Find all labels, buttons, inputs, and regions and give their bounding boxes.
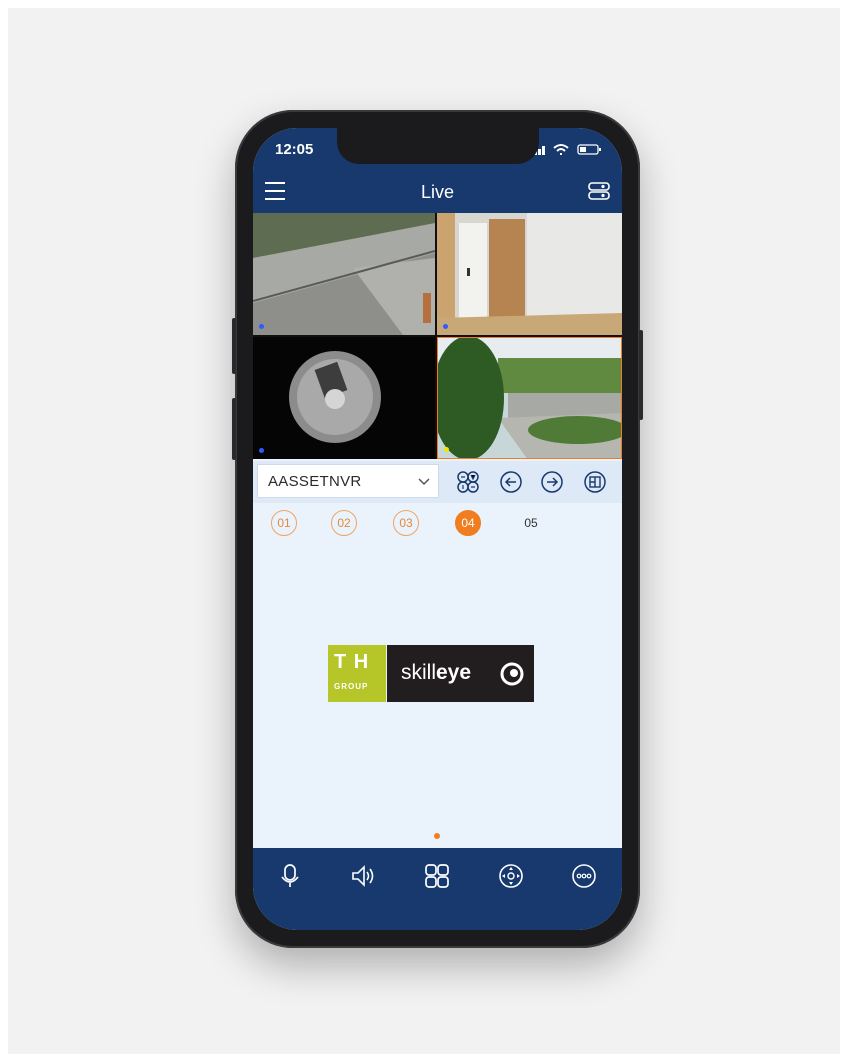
phone-side-button (232, 398, 236, 460)
camera-view-1[interactable] (253, 213, 435, 335)
camera-feed-image (253, 337, 435, 459)
camera-view-3[interactable] (253, 337, 435, 459)
channel-02[interactable]: 02 (331, 510, 357, 536)
channel-01[interactable]: 01 (271, 510, 297, 536)
split-screen-icon[interactable] (583, 470, 607, 494)
tkh-group-logo: T H GROUP (328, 645, 386, 702)
device-select[interactable]: AASSETNVR (257, 464, 439, 498)
camera-feed-image (253, 213, 435, 335)
phone-power-button (639, 330, 643, 420)
eye-icon (500, 662, 524, 686)
live-view-grid (253, 213, 622, 459)
wifi-icon (553, 144, 569, 155)
bottom-toolbar (253, 848, 622, 930)
status-icons (534, 144, 601, 155)
chevron-down-icon (418, 478, 430, 486)
phone-notch (337, 128, 539, 164)
control-bar: AASSETNVR (253, 461, 622, 503)
next-icon[interactable] (540, 470, 564, 494)
layout-grid-icon[interactable] (424, 863, 450, 889)
camera-feed-image (437, 213, 622, 335)
ptz-icon[interactable] (456, 470, 480, 494)
channel-selector: 01 02 03 04 05 (253, 510, 622, 540)
camera-view-4[interactable] (437, 337, 622, 459)
app-screen: 12:05 Live AASSETNVR 01 02 03 04 05 T H … (253, 128, 622, 930)
more-icon[interactable] (571, 863, 597, 889)
device-list-icon[interactable] (588, 180, 610, 202)
phone-side-button (232, 318, 236, 374)
skilleye-logo: skilleye (387, 645, 534, 702)
previous-icon[interactable] (499, 470, 523, 494)
device-select-value: AASSETNVR (268, 472, 362, 490)
camera-feed-image (438, 338, 621, 458)
microphone-icon[interactable] (277, 863, 303, 889)
channel-04[interactable]: 04 (455, 510, 481, 536)
ptz-control-icon[interactable] (498, 863, 524, 889)
status-time: 12:05 (275, 141, 314, 158)
channel-03[interactable]: 03 (393, 510, 419, 536)
camera-view-2[interactable] (437, 213, 622, 335)
page-indicator (434, 833, 440, 839)
speaker-icon[interactable] (350, 863, 376, 889)
channel-05[interactable]: 05 (518, 510, 544, 536)
page-title: Live (420, 182, 455, 202)
